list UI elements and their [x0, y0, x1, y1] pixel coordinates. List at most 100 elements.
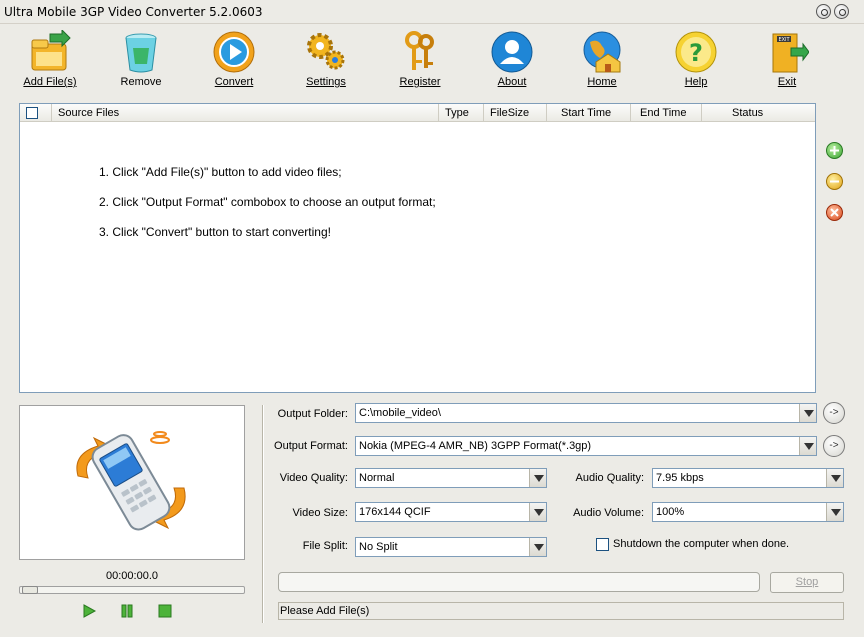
status-text: Please Add File(s) [280, 605, 370, 617]
video-preview [19, 405, 245, 560]
close-button[interactable] [834, 4, 849, 19]
file-list[interactable]: Source Files Type FileSize Start Time En… [19, 103, 816, 393]
column-type[interactable]: Type [439, 104, 484, 122]
select-all-checkbox[interactable] [26, 107, 38, 119]
remove-button[interactable]: Remove [106, 26, 176, 96]
video-quality-value: Normal [359, 472, 395, 484]
seek-slider-thumb[interactable] [22, 586, 38, 594]
output-format-options-button[interactable]: -> [823, 435, 845, 457]
pause-icon[interactable] [119, 603, 135, 619]
output-folder-label: Output Folder: [277, 408, 348, 420]
audio-volume-combo[interactable]: 100% [652, 502, 844, 522]
column-end-time[interactable]: End Time [631, 104, 702, 122]
convert-label: Convert [214, 76, 254, 88]
add-files-icon [31, 30, 71, 71]
output-format-combo[interactable]: Nokia (MPEG-4 AMR_NB) 3GPP Format(*.3gp) [355, 436, 817, 456]
window-title: Ultra Mobile 3GP Video Converter 5.2.060… [4, 5, 263, 19]
settings-button[interactable]: Settings [291, 26, 361, 96]
shutdown-label[interactable]: Shutdown the computer when done. [613, 538, 789, 550]
settings-label: Settings [306, 76, 346, 88]
register-button[interactable]: Register [385, 26, 455, 96]
column-source-files[interactable]: Source Files [52, 104, 439, 122]
file-split-value: No Split [359, 541, 398, 553]
video-quality-dropdown-icon[interactable] [529, 469, 546, 487]
audio-volume-label: Audio Volume: [573, 507, 644, 519]
video-quality-combo[interactable]: Normal [355, 468, 547, 488]
playback-timecode: 00:00:00.0 [106, 570, 158, 582]
add-files-button[interactable]: Add File(s) [15, 26, 85, 96]
add-item-button[interactable] [826, 142, 843, 159]
output-folder-combo[interactable]: C:\mobile_video\ [355, 403, 817, 423]
clear-list-button[interactable] [826, 204, 843, 221]
user-icon [491, 31, 533, 73]
mobile-phone-illustration-icon [76, 431, 186, 531]
seek-slider[interactable] [19, 586, 245, 594]
video-size-label: Video Size: [292, 507, 348, 519]
recycle-bin-icon [125, 33, 157, 73]
keys-icon [405, 31, 434, 70]
close-icon [830, 208, 839, 217]
video-quality-label: Video Quality: [279, 472, 348, 484]
home-button[interactable]: Home [567, 26, 637, 96]
file-split-dropdown-icon[interactable] [529, 538, 546, 556]
convert-button[interactable]: Convert [199, 26, 269, 96]
output-folder-dropdown-icon[interactable] [799, 404, 816, 422]
audio-volume-value: 100% [656, 506, 685, 518]
output-format-label: Output Format: [274, 440, 348, 452]
home-label: Home [587, 76, 617, 88]
panel-divider [262, 405, 264, 623]
video-size-combo[interactable]: 176x144 QCIF [355, 502, 547, 522]
play-convert-icon [213, 31, 255, 73]
instruction-step-2: 2. Click "Output Format" combobox to cho… [99, 195, 436, 209]
help-button[interactable]: ? Help [661, 26, 731, 96]
exit-door-icon: EXIT [772, 33, 809, 73]
video-size-value: 176x144 QCIF [359, 506, 431, 518]
remove-label: Remove [120, 76, 162, 88]
open-output-folder-button[interactable]: -> [823, 402, 845, 424]
file-split-label: File Split: [302, 540, 348, 552]
column-status[interactable]: Status [702, 104, 815, 122]
video-size-dropdown-icon[interactable] [529, 503, 546, 521]
output-format-value: Nokia (MPEG-4 AMR_NB) 3GPP Format(*.3gp) [359, 440, 592, 452]
minimize-button[interactable] [816, 4, 831, 19]
stop-playback-icon[interactable] [157, 603, 173, 619]
file-split-combo[interactable]: No Split [355, 537, 547, 557]
audio-volume-dropdown-icon[interactable] [826, 503, 843, 521]
instructions: 1. Click "Add File(s)" button to add vid… [99, 164, 436, 254]
column-start-time[interactable]: Start Time [547, 104, 631, 122]
audio-quality-value: 7.95 kbps [656, 472, 704, 484]
plus-icon [830, 146, 839, 155]
instruction-step-1: 1. Click "Add File(s)" button to add vid… [99, 165, 342, 179]
about-label: About [497, 76, 527, 88]
help-label: Help [684, 76, 708, 88]
conversion-progress-bar [278, 572, 760, 592]
audio-quality-combo[interactable]: 7.95 kbps [652, 468, 844, 488]
header-select-all[interactable] [20, 104, 52, 122]
globe-home-icon [583, 31, 621, 73]
shutdown-checkbox[interactable] [596, 538, 609, 551]
gears-icon [307, 33, 345, 70]
register-label: Register [399, 76, 441, 88]
exit-label: Exit [777, 76, 797, 88]
output-folder-value: C:\mobile_video\ [359, 407, 441, 419]
play-icon[interactable] [81, 603, 97, 619]
instruction-step-3: 3. Click "Convert" button to start conve… [99, 225, 331, 239]
status-bar: Please Add File(s) [278, 602, 844, 620]
add-files-label: Add File(s) [23, 76, 77, 88]
minus-icon [830, 180, 839, 183]
stop-button[interactable]: Stop [770, 572, 844, 593]
svg-text:EXIT: EXIT [778, 37, 790, 43]
exit-button[interactable]: EXIT Exit [752, 26, 822, 96]
title-bar: Ultra Mobile 3GP Video Converter 5.2.060… [0, 0, 864, 24]
output-format-dropdown-icon[interactable] [799, 437, 816, 455]
file-list-header: Source Files Type FileSize Start Time En… [20, 104, 815, 122]
about-button[interactable]: About [477, 26, 547, 96]
svg-text:?: ? [689, 39, 703, 67]
audio-quality-label: Audio Quality: [575, 472, 644, 484]
question-icon: ? [675, 31, 717, 73]
toolbar: Add File(s) Remove Convert Settings Regi… [0, 26, 864, 98]
stop-label: Stop [795, 576, 819, 588]
column-filesize[interactable]: FileSize [484, 104, 547, 122]
audio-quality-dropdown-icon[interactable] [826, 469, 843, 487]
remove-item-button[interactable] [826, 173, 843, 190]
